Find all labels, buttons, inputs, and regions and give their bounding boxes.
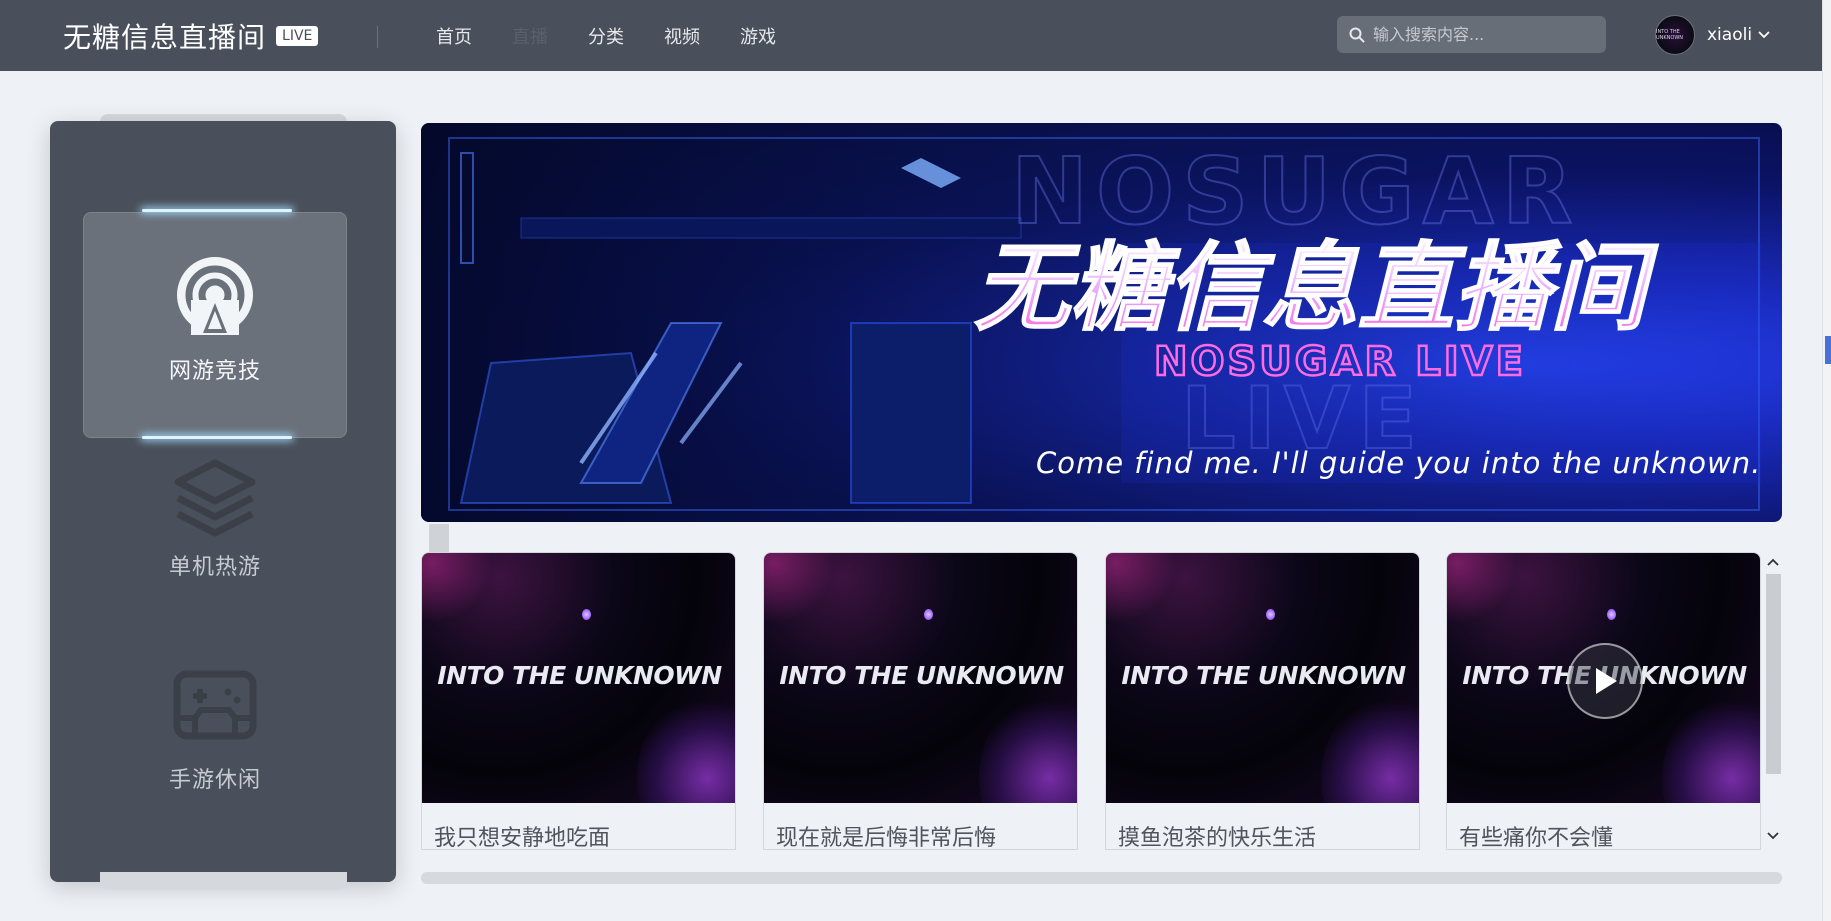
nav-divider — [377, 26, 378, 48]
avatar-text: INTO THE UNKNOWN — [1656, 29, 1684, 41]
video-thumbnail[interactable]: INTO THE UNKNOWN — [422, 553, 735, 803]
category-label: 单机热游 — [168, 555, 261, 580]
avatar[interactable]: INTO THE UNKNOWN — [1655, 15, 1695, 55]
video-title[interactable]: 摸鱼泡茶的快乐生活 — [1106, 803, 1419, 849]
category-online-games[interactable]: 网游竞技 — [83, 209, 347, 439]
user-name: xiaoli — [1707, 25, 1753, 45]
video-thumbnail[interactable]: INTO THE UNKNOWN — [764, 553, 1077, 803]
chevron-up-icon — [1767, 558, 1779, 566]
thumbnail-text: INTO THE UNKNOWN — [779, 661, 1064, 690]
category-label: 网游竞技 — [168, 359, 261, 384]
nav-item-live[interactable]: 直播 — [512, 23, 548, 49]
video-card-list: INTO THE UNKNOWN 我只想安静地吃面 INTO THE UNKNO… — [421, 552, 1761, 850]
play-button[interactable] — [1567, 643, 1643, 719]
section-marker — [429, 524, 449, 554]
card-scrollbar[interactable] — [1763, 552, 1783, 850]
user-menu[interactable]: INTO THE UNKNOWN xiaoli — [1655, 14, 1770, 56]
play-icon — [1596, 668, 1617, 694]
search-icon — [1349, 27, 1365, 42]
live-badge: LIVE — [276, 26, 319, 46]
nav-item-game[interactable]: 游戏 — [740, 23, 776, 49]
banner-tagline: Come find me. I'll guide you into the un… — [1036, 446, 1761, 480]
video-thumbnail[interactable]: INTO THE UNKNOWN — [1106, 553, 1419, 803]
scrollbar-thumb[interactable] — [1766, 574, 1781, 774]
brand-logo[interactable]: 无糖信息直播间 LIVE — [63, 19, 319, 54]
page-scrollbar[interactable] — [1822, 0, 1831, 921]
chevron-down-icon — [1767, 832, 1779, 840]
banner-art: NOSUGAR LIVE 无糖信息直播间 NOSUGAR LIVE Come f… — [421, 123, 1782, 522]
banner-title: 无糖信息直播间 — [974, 232, 1659, 344]
banner-outline-word: NOSUGAR — [1011, 138, 1581, 245]
video-title[interactable]: 有些痛你不会懂 — [1447, 803, 1760, 849]
top-navbar: 无糖信息直播间 LIVE 首页 直播 分类 视频 游戏 INTO THE UNK… — [0, 0, 1831, 71]
gamepad-icon — [173, 670, 257, 740]
category-panel: 网游竞技 单机热游 手游休闲 — [50, 121, 396, 882]
active-glow-top — [142, 209, 292, 212]
video-thumbnail[interactable]: INTO THE UNKNOWN — [1447, 553, 1760, 803]
video-card[interactable]: INTO THE UNKNOWN 有些痛你不会懂 — [1446, 552, 1761, 850]
scroll-down-button[interactable] — [1765, 828, 1781, 844]
nav-item-home[interactable]: 首页 — [436, 23, 472, 49]
video-title[interactable]: 现在就是后悔非常后悔 — [764, 803, 1077, 849]
nav-item-category[interactable]: 分类 — [588, 23, 624, 49]
video-card[interactable]: INTO THE UNKNOWN 摸鱼泡茶的快乐生活 — [1105, 552, 1420, 850]
category-mobile-games[interactable]: 手游休闲 — [83, 660, 347, 840]
hero-banner[interactable]: NOSUGAR LIVE 无糖信息直播间 NOSUGAR LIVE Come f… — [421, 123, 1782, 522]
video-card[interactable]: INTO THE UNKNOWN 我只想安静地吃面 — [421, 552, 736, 850]
nav-item-video[interactable]: 视频 — [664, 23, 700, 49]
video-card[interactable]: INTO THE UNKNOWN 现在就是后悔非常后悔 — [763, 552, 1078, 850]
broadcast-icon — [177, 257, 253, 335]
category-pc-games[interactable]: 单机热游 — [83, 443, 347, 623]
chevron-down-icon[interactable] — [1758, 31, 1770, 39]
main-nav: 首页 直播 分类 视频 游戏 — [436, 0, 816, 71]
thumbnail-text: INTO THE UNKNOWN — [1121, 661, 1406, 690]
category-label: 手游休闲 — [168, 768, 261, 793]
active-glow-bottom — [142, 436, 292, 439]
horizontal-scrollbar[interactable] — [421, 872, 1782, 884]
banner-subtitle: NOSUGAR LIVE — [1154, 339, 1526, 385]
site-title: 无糖信息直播间 — [63, 21, 267, 54]
horizontal-scrollbar-thumb[interactable] — [421, 872, 1782, 884]
thumbnail-text: INTO THE UNKNOWN — [437, 661, 722, 690]
scroll-up-button[interactable] — [1765, 554, 1781, 570]
search-box — [1337, 16, 1606, 53]
layers-icon — [174, 459, 256, 537]
page-scrollbar-thumb[interactable] — [1825, 336, 1831, 364]
panel-shadow-bottom — [100, 872, 347, 890]
video-title[interactable]: 我只想安静地吃面 — [422, 803, 735, 849]
search-input[interactable] — [1373, 16, 1606, 53]
